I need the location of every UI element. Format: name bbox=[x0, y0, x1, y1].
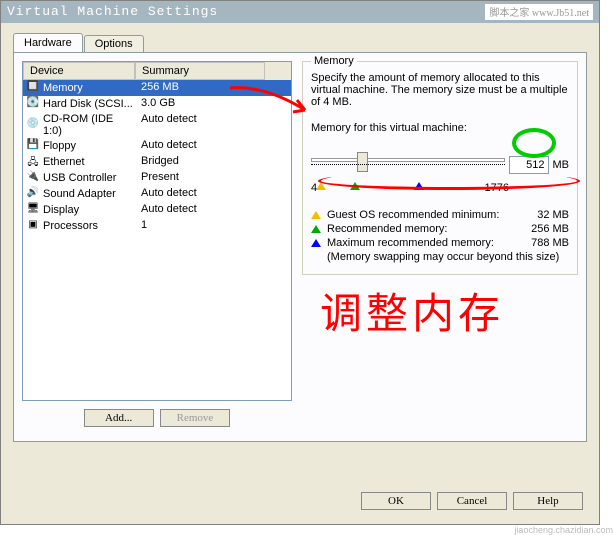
help-button[interactable]: Help bbox=[513, 492, 583, 510]
col-device-header[interactable]: Device bbox=[23, 62, 135, 80]
device-icon: 🖥 bbox=[25, 203, 41, 217]
device-name: Display bbox=[43, 204, 79, 216]
device-name: Hard Disk (SCSI... bbox=[43, 98, 133, 110]
device-name: USB Controller bbox=[43, 172, 116, 184]
memory-description: Specify the amount of memory allocated t… bbox=[311, 72, 569, 108]
legend-min-text: Guest OS recommended minimum: bbox=[327, 209, 513, 221]
tab-content: Device Summary 🔲Memory256 MB💽Hard Disk (… bbox=[13, 52, 587, 442]
device-icon: 🔌 bbox=[25, 171, 41, 185]
device-icon: ▣ bbox=[25, 219, 41, 233]
table-row[interactable]: 💾Floppy Auto detect bbox=[23, 138, 291, 154]
device-summary: Present bbox=[135, 171, 265, 185]
legend-max-val: 788 MB bbox=[519, 237, 569, 249]
legend-rec-icon bbox=[311, 225, 321, 233]
table-row[interactable]: ▣Processors 1 bbox=[23, 218, 291, 234]
table-row[interactable]: 💽Hard Disk (SCSI...3.0 GB bbox=[23, 96, 291, 112]
device-icon: 🔊 bbox=[25, 187, 41, 201]
device-summary: 3.0 GB bbox=[135, 97, 265, 111]
tab-hardware[interactable]: Hardware bbox=[13, 33, 83, 52]
legend-rec-val: 256 MB bbox=[519, 223, 569, 235]
device-icon: 💾 bbox=[25, 139, 41, 153]
device-name: Ethernet bbox=[43, 156, 85, 168]
table-row[interactable]: 🔊Sound Adapter Auto detect bbox=[23, 186, 291, 202]
remove-button[interactable]: Remove bbox=[160, 409, 231, 427]
table-row[interactable]: 🔲Memory 256 MB bbox=[23, 80, 291, 96]
device-icon: 💽 bbox=[25, 97, 41, 111]
device-summary: Auto detect bbox=[135, 139, 265, 153]
marker-min-icon bbox=[316, 182, 326, 190]
legend-swap-text: (Memory swapping may occur beyond this s… bbox=[327, 251, 569, 263]
device-summary: Auto detect bbox=[135, 113, 265, 137]
device-icon: 🖧 bbox=[25, 155, 41, 169]
table-row[interactable]: 🖧Ethernet Bridged bbox=[23, 154, 291, 170]
ok-button[interactable]: OK bbox=[361, 492, 431, 510]
device-icon: 🔲 bbox=[25, 81, 41, 95]
memory-input[interactable] bbox=[509, 156, 549, 174]
legend-rec-text: Recommended memory: bbox=[327, 223, 513, 235]
table-row[interactable]: 💿CD-ROM (IDE 1:0)Auto detect bbox=[23, 112, 291, 138]
marker-rec-icon bbox=[350, 182, 360, 190]
legend-max-icon bbox=[311, 239, 321, 247]
device-name: Memory bbox=[43, 82, 83, 94]
device-summary: Auto detect bbox=[135, 187, 265, 201]
slider-thumb[interactable] bbox=[357, 152, 368, 172]
tab-options[interactable]: Options bbox=[84, 35, 144, 52]
device-summary: Auto detect bbox=[135, 203, 265, 217]
memory-label: Memory for this virtual machine: bbox=[311, 122, 569, 134]
device-name: Floppy bbox=[43, 140, 76, 152]
site-tag: 脚本之家 www.Jb51.net bbox=[485, 4, 593, 20]
device-name: CD-ROM (IDE 1:0) bbox=[43, 113, 135, 137]
legend-min-val: 32 MB bbox=[519, 209, 569, 221]
marker-max-icon bbox=[414, 182, 424, 190]
legend-min-icon bbox=[311, 211, 321, 219]
device-list: Device Summary 🔲Memory256 MB💽Hard Disk (… bbox=[22, 61, 292, 401]
device-icon: 💿 bbox=[25, 118, 41, 132]
memory-group-title: Memory bbox=[311, 55, 357, 67]
window-title: Virtual Machine Settings bbox=[7, 4, 218, 20]
scale-max: 1776 bbox=[485, 182, 509, 194]
col-summary-header[interactable]: Summary bbox=[135, 62, 265, 80]
titlebar: Virtual Machine Settings 脚本之家 www.Jb51.n… bbox=[1, 1, 599, 23]
scale-min: 4 bbox=[311, 182, 317, 194]
device-summary: 1 bbox=[135, 219, 265, 233]
cancel-button[interactable]: Cancel bbox=[437, 492, 507, 510]
table-row[interactable]: 🖥Display Auto detect bbox=[23, 202, 291, 218]
memory-slider[interactable] bbox=[311, 150, 505, 180]
legend-max-text: Maximum recommended memory: bbox=[327, 237, 513, 249]
device-name: Processors bbox=[43, 220, 98, 232]
list-header: Device Summary bbox=[23, 62, 291, 80]
device-name: Sound Adapter bbox=[43, 188, 116, 200]
add-button[interactable]: Add... bbox=[84, 409, 154, 427]
table-row[interactable]: 🔌USB Controller Present bbox=[23, 170, 291, 186]
memory-unit: MB bbox=[553, 159, 570, 171]
memory-group: Memory Specify the amount of memory allo… bbox=[302, 61, 578, 275]
watermark: jiaocheng.chazidian.com bbox=[514, 525, 613, 535]
device-summary: Bridged bbox=[135, 155, 265, 169]
tab-strip: Hardware Options bbox=[13, 33, 599, 52]
device-summary: 256 MB bbox=[135, 81, 265, 95]
